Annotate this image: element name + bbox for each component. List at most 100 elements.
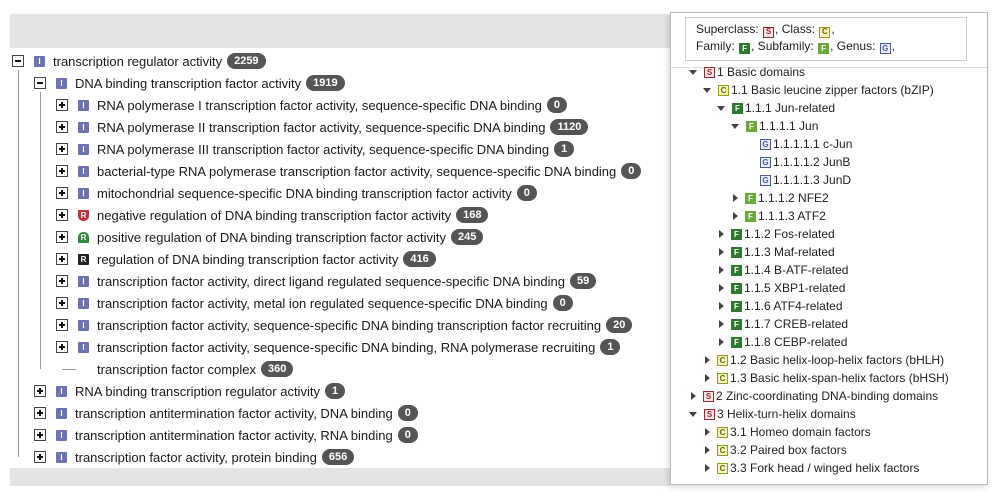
collapse-arrow-icon[interactable] xyxy=(717,105,725,111)
go-term-label[interactable]: RNA polymerase I transcription factor ac… xyxy=(97,98,542,113)
tf-tree-row[interactable]: C 1.2 Basic helix-loop-helix factors (bHL… xyxy=(703,351,944,369)
expand-arrow-icon[interactable] xyxy=(691,392,696,400)
tf-tree-row[interactable]: F 1.1.4 B-ATF-related xyxy=(717,261,848,279)
expand-arrow-icon[interactable] xyxy=(719,266,724,274)
go-term-label[interactable]: transcription factor activity, direct li… xyxy=(97,274,565,289)
go-tree-row[interactable]: I RNA binding transcription regulator act… xyxy=(56,380,346,402)
expand-toggle[interactable] xyxy=(34,385,46,397)
expand-arrow-icon[interactable] xyxy=(705,464,710,472)
collapse-toggle[interactable] xyxy=(12,55,24,67)
collapse-arrow-icon[interactable] xyxy=(689,69,697,75)
expand-arrow-icon[interactable] xyxy=(705,428,710,436)
go-term-label[interactable]: negative regulation of DNA binding trans… xyxy=(97,208,451,223)
go-term-label[interactable]: transcription factor complex xyxy=(97,362,256,377)
tf-tree-row[interactable]: F 1.1.1.1 Jun xyxy=(731,117,818,135)
go-tree-row[interactable]: Itranscription antitermination factor ac… xyxy=(56,402,418,424)
go-tree-row[interactable]: transcription factor complex 360 xyxy=(78,358,294,380)
tf-class-label[interactable]: 1.1.1.3 ATF2 xyxy=(758,209,826,223)
tf-class-label[interactable]: 1.1.1.1.2 JunB xyxy=(773,155,850,169)
tf-tree-row[interactable]: S2 Zinc-coordinating DNA-binding domains xyxy=(689,387,938,405)
expand-toggle[interactable] xyxy=(34,451,46,463)
expand-toggle[interactable] xyxy=(56,319,68,331)
go-tree-row[interactable]: Rpositive regulation of DNA binding tran… xyxy=(78,226,484,248)
collapse-toggle[interactable] xyxy=(34,77,46,89)
collapse-arrow-icon[interactable] xyxy=(703,87,711,93)
go-tree-row[interactable]: Itranscription factor activity, metal io… xyxy=(78,292,573,314)
tf-tree-row[interactable]: C 1.1 Basic leucine zipper factors (bZIP) xyxy=(703,81,934,99)
expand-arrow-icon[interactable] xyxy=(705,374,710,382)
expand-toggle[interactable] xyxy=(34,407,46,419)
go-tree-row[interactable]: I RNA polymerase I transcription factor a… xyxy=(78,94,567,116)
expand-toggle[interactable] xyxy=(56,99,68,111)
go-term-label[interactable]: transcription regulator activity xyxy=(53,54,222,69)
go-tree-row[interactable]: Ibacterial-type RNA polymerase transcrip… xyxy=(78,160,642,182)
expand-toggle[interactable] xyxy=(34,429,46,441)
go-tree-row[interactable]: I RNA polymerase II transcription factor … xyxy=(78,116,589,138)
tf-class-label[interactable]: 1.1.4 B-ATF-related xyxy=(744,263,848,277)
tf-tree-row[interactable]: F 1.1.1 Jun-related xyxy=(717,99,835,117)
go-tree-row[interactable]: Imitochondrial sequence-specific DNA bin… xyxy=(78,182,537,204)
go-term-label[interactable]: bacterial-type RNA polymerase transcript… xyxy=(97,164,616,179)
tf-tree-row[interactable]: F 1.1.3 Maf-related xyxy=(717,243,835,261)
go-tree-row[interactable]: Itranscription factor activity, protein … xyxy=(56,446,355,468)
tf-class-label[interactable]: 1.1.7 CREB-related xyxy=(744,317,848,331)
tf-class-label[interactable]: 3 Helix-turn-helix domains xyxy=(717,407,856,421)
expand-arrow-icon[interactable] xyxy=(719,338,724,346)
tf-tree-row[interactable]: G 1.1.1.1.3 JunD xyxy=(745,171,851,189)
go-term-label[interactable]: RNA polymerase III transcription factor … xyxy=(97,142,549,157)
tf-class-label[interactable]: 3.1 Homeo domain factors xyxy=(730,425,871,439)
go-term-label[interactable]: transcription factor activity, sequence-… xyxy=(97,318,601,333)
tf-class-label[interactable]: 1.1.1.1 Jun xyxy=(759,119,818,133)
tf-class-label[interactable]: 1.1.5 XBP1-related xyxy=(744,281,845,295)
tf-class-label[interactable]: 1.1.3 Maf-related xyxy=(744,245,835,259)
expand-toggle[interactable] xyxy=(56,121,68,133)
tf-class-label[interactable]: 3.3 Fork head / winged helix factors xyxy=(730,461,919,475)
tf-tree-row[interactable]: F 1.1.6 ATF4-related xyxy=(717,297,843,315)
tf-tree-row[interactable]: C 3.2 Paired box factors xyxy=(703,441,847,459)
tf-class-label[interactable]: 1.1.1.1.1 c-Jun xyxy=(773,137,852,151)
tf-tree-row[interactable]: F 1.1.5 XBP1-related xyxy=(717,279,845,297)
tf-class-label[interactable]: 3.2 Paired box factors xyxy=(730,443,847,457)
tf-tree-row[interactable]: G 1.1.1.1.1 c-Jun xyxy=(745,135,852,153)
tf-class-label[interactable]: 1.1.6 ATF4-related xyxy=(744,299,843,313)
expand-toggle[interactable] xyxy=(56,209,68,221)
expand-toggle[interactable] xyxy=(56,341,68,353)
go-term-label[interactable]: transcription factor activity, protein b… xyxy=(75,450,317,465)
go-term-label[interactable]: regulation of DNA binding transcription … xyxy=(97,252,398,267)
go-tree-row[interactable]: I RNA polymerase III transcription factor… xyxy=(78,138,575,160)
tf-tree-row[interactable]: C 3.1 Homeo domain factors xyxy=(703,423,871,441)
go-term-label[interactable]: RNA binding transcription regulator acti… xyxy=(75,384,320,399)
expand-arrow-icon[interactable] xyxy=(705,356,710,364)
tf-class-label[interactable]: 1 Basic domains xyxy=(717,65,805,79)
expand-arrow-icon[interactable] xyxy=(719,284,724,292)
tf-class-label[interactable]: 1.1.8 CEBP-related xyxy=(744,335,847,349)
expand-arrow-icon[interactable] xyxy=(733,194,738,202)
tf-tree-row[interactable]: F 1.1.2 Fos-related xyxy=(717,225,835,243)
go-tree-row[interactable]: Rregulation of DNA binding transcription… xyxy=(78,248,436,270)
expand-arrow-icon[interactable] xyxy=(719,248,724,256)
tf-tree-row[interactable]: G 1.1.1.1.2 JunB xyxy=(745,153,850,171)
collapse-arrow-icon[interactable] xyxy=(689,411,697,417)
expand-toggle[interactable] xyxy=(56,297,68,309)
go-tree-row[interactable]: Itranscription factor activity, sequence… xyxy=(78,314,633,336)
collapse-arrow-icon[interactable] xyxy=(731,123,739,129)
tf-tree-row[interactable]: S3 Helix-turn-helix domains xyxy=(689,405,856,423)
go-term-label[interactable]: RNA polymerase II transcription factor a… xyxy=(97,120,545,135)
expand-toggle[interactable] xyxy=(56,275,68,287)
expand-arrow-icon[interactable] xyxy=(705,446,710,454)
tf-class-label[interactable]: 1.1.1.2 NFE2 xyxy=(758,191,829,205)
expand-toggle[interactable] xyxy=(56,143,68,155)
expand-toggle[interactable] xyxy=(56,187,68,199)
go-term-label[interactable]: transcription factor activity, sequence-… xyxy=(97,340,595,355)
expand-toggle[interactable] xyxy=(56,253,68,265)
tf-class-label[interactable]: 1.3 Basic helix-span-helix factors (bHSH… xyxy=(730,371,949,385)
go-tree-row[interactable]: Itranscription regulator activity 2259 xyxy=(34,50,266,72)
go-term-label[interactable]: DNA binding transcription factor activit… xyxy=(75,76,301,91)
go-tree-row[interactable]: Itranscription factor activity, sequence… xyxy=(78,336,621,358)
tf-class-label[interactable]: 1.1.1 Jun-related xyxy=(745,101,835,115)
expand-toggle[interactable] xyxy=(56,165,68,177)
tf-class-label[interactable]: 1.1 Basic leucine zipper factors (bZIP) xyxy=(731,83,934,97)
tf-class-label[interactable]: 1.1.1.1.3 JunD xyxy=(773,173,851,187)
go-term-label[interactable]: transcription antitermination factor act… xyxy=(75,406,393,421)
tf-tree-row[interactable]: F 1.1.8 CEBP-related xyxy=(717,333,847,351)
